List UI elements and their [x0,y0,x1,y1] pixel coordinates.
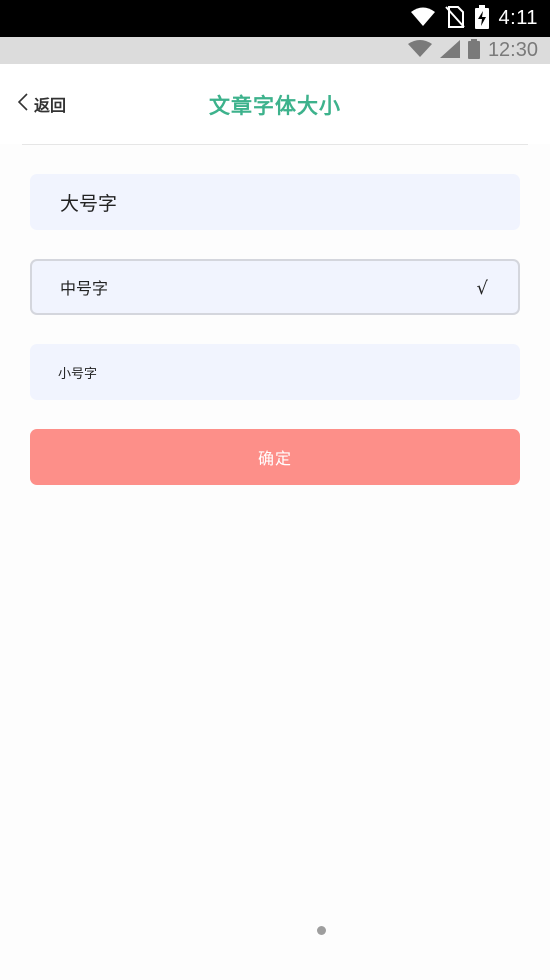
app-status-icons: 12:30 [407,37,538,64]
page-title: 文章字体大小 [209,94,341,118]
check-icon: √ [476,278,488,299]
battery-charging-icon [474,4,489,33]
confirm-button[interactable]: 确定 [30,429,520,485]
app-clock: 12:30 [487,39,538,61]
font-size-settings-screen: 4:11 12:30 返回 文章字体大小 大号字 中号字 √ 小号字 确定 [0,0,550,980]
page-indicator-dot [317,926,326,935]
option-label: 小号字 [58,366,98,382]
wifi-icon [410,7,435,31]
device-status-icons: 4:11 [410,0,538,37]
battery-icon [467,38,480,63]
wifi-icon [407,39,432,62]
no-sim-icon [444,5,465,32]
device-clock: 4:11 [498,7,538,29]
header-divider [22,144,528,145]
option-label: 中号字 [60,279,109,298]
option-large-font[interactable]: 大号字 [30,174,520,230]
option-label: 大号字 [60,192,118,215]
option-small-font[interactable]: 小号字 [30,344,520,400]
signal-icon [439,39,460,62]
option-medium-font[interactable]: 中号字 √ [30,259,520,315]
app-status-bar: 12:30 [0,37,550,64]
device-status-bar: 4:11 [0,0,550,37]
page-header: 返回 文章字体大小 [0,64,550,144]
